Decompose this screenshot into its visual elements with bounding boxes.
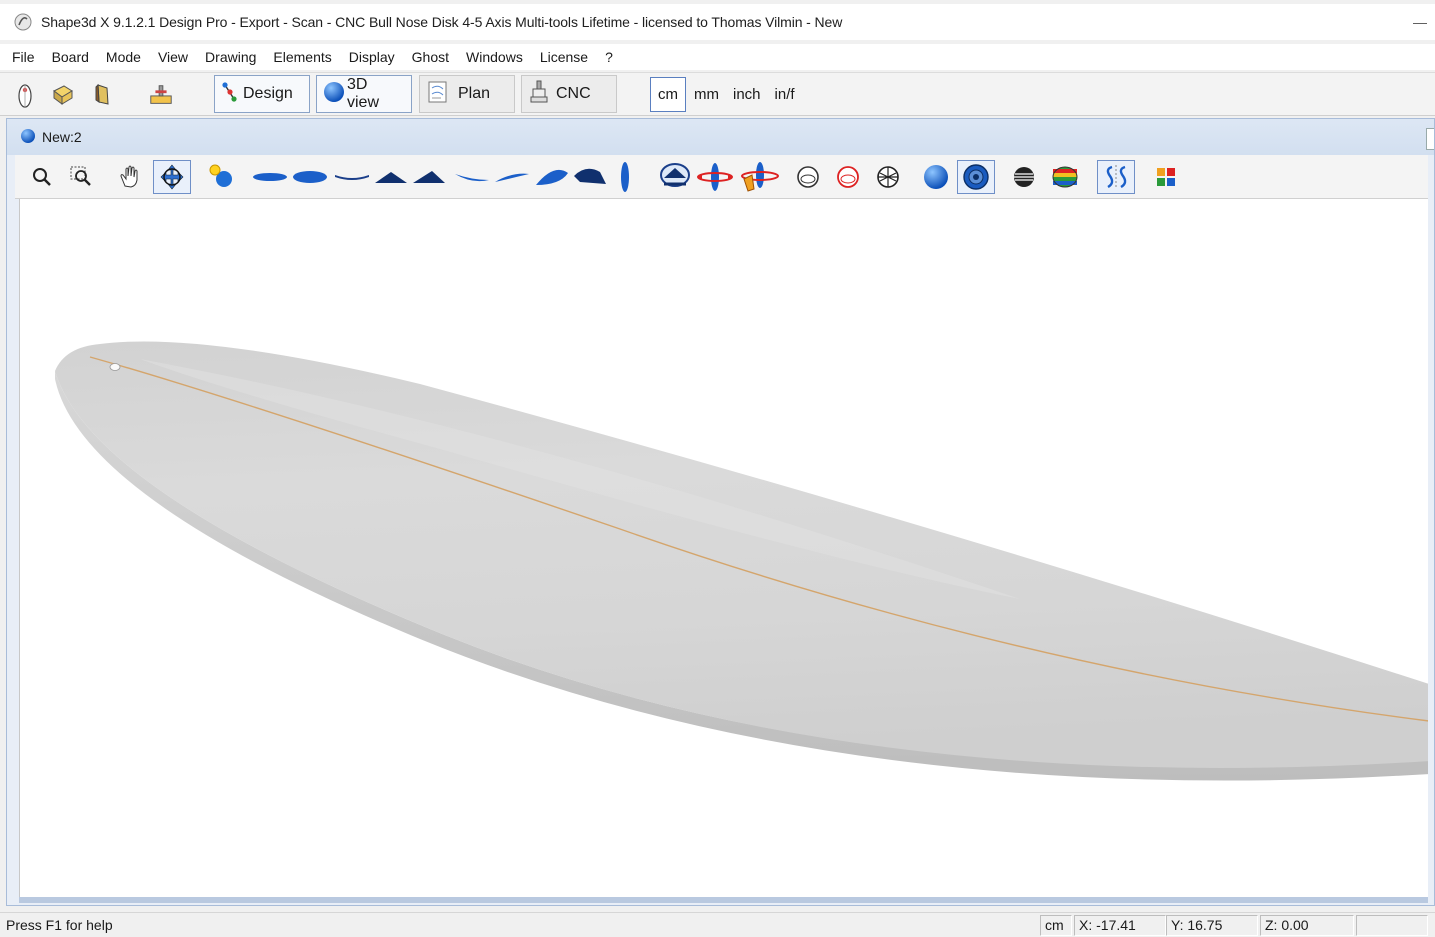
design-mode-button[interactable]: Design <box>214 75 310 113</box>
striped-sphere-icon[interactable] <box>1011 160 1037 194</box>
color-palette-icon[interactable] <box>1153 160 1179 194</box>
sphere-outline-icon[interactable] <box>795 160 821 194</box>
view-toolbar <box>15 155 1428 199</box>
menu-board[interactable]: Board <box>52 49 89 65</box>
status-bar: Press F1 for help cm X: -17.41 Y: 16.75 … <box>0 912 1435 937</box>
surfboard-3d-render[interactable] <box>20 199 1428 897</box>
document-window: New:2 <box>6 118 1435 906</box>
rotate-axis-red-icon[interactable] <box>737 160 781 194</box>
unit-selector: cm mm inch in/f <box>650 75 809 113</box>
globe-icon <box>323 81 345 108</box>
menu-view[interactable]: View <box>158 49 188 65</box>
menu-windows[interactable]: Windows <box>466 49 523 65</box>
menu-display[interactable]: Display <box>349 49 395 65</box>
status-z-coordinate: Z: 0.00 <box>1260 915 1354 936</box>
menu-mode[interactable]: Mode <box>106 49 141 65</box>
slice-view-2-icon[interactable] <box>493 160 531 194</box>
design-mode-label: Design <box>243 85 293 102</box>
unit-inch[interactable]: inch <box>733 86 761 103</box>
machine-icon[interactable] <box>148 81 174 109</box>
zoom-icon[interactable] <box>29 160 55 194</box>
rocker-view-icon[interactable] <box>333 160 371 194</box>
viewport-bottom-border <box>19 897 1428 903</box>
light-source-icon[interactable] <box>205 160 239 194</box>
app-icon <box>13 12 33 32</box>
nose-marker-icon <box>109 363 121 371</box>
slice-view-1-icon[interactable] <box>453 160 491 194</box>
menu-file[interactable]: File <box>12 49 35 65</box>
design-icon <box>221 81 239 108</box>
deck-board-icon[interactable] <box>90 81 116 109</box>
sphere-red-icon[interactable] <box>835 160 861 194</box>
menu-bar: File Board Mode View Drawing Elements Di… <box>0 44 1435 70</box>
menu-elements[interactable]: Elements <box>273 49 331 65</box>
3d-view-mode-button[interactable]: 3D view <box>316 75 412 113</box>
profile-view-1-icon[interactable] <box>373 160 409 194</box>
pan-hand-icon[interactable] <box>115 160 145 194</box>
3d-viewport[interactable] <box>19 199 1428 897</box>
status-help-text: Press F1 for help <box>6 917 113 933</box>
document-title: New:2 <box>42 129 82 145</box>
textured-sphere-icon[interactable] <box>957 160 995 194</box>
title-bar: Shape3d X 9.1.2.1 Design Pro - Export - … <box>0 4 1435 40</box>
board-3d-icon[interactable] <box>50 81 76 109</box>
menu-drawing[interactable]: Drawing <box>205 49 256 65</box>
status-unit: cm <box>1040 915 1072 936</box>
menu-ghost[interactable]: Ghost <box>412 49 449 65</box>
unit-cm[interactable]: cm <box>650 76 686 112</box>
perspective-view-1-icon[interactable] <box>533 160 571 194</box>
status-x-coordinate: X: -17.41 <box>1074 915 1166 936</box>
document-title-bar: New:2 <box>7 119 1434 155</box>
document-maximize-button[interactable] <box>1426 128 1434 150</box>
profile-view-2-icon[interactable] <box>411 160 447 194</box>
status-y-coordinate: Y: 16.75 <box>1166 915 1258 936</box>
perspective-view-2-icon[interactable] <box>571 160 609 194</box>
rainbow-sphere-icon[interactable] <box>1051 160 1079 194</box>
rotate-view-icon[interactable] <box>153 160 191 194</box>
window-title: Shape3d X 9.1.2.1 Design Pro - Export - … <box>41 14 843 30</box>
wireframe-sphere-icon[interactable] <box>875 160 901 194</box>
unit-in-f[interactable]: in/f <box>775 86 795 103</box>
zoom-window-icon[interactable] <box>67 160 97 194</box>
menu-help[interactable]: ? <box>605 49 613 65</box>
shaded-blue-sphere-icon[interactable] <box>921 160 951 194</box>
outline-view-2-icon[interactable] <box>291 160 329 194</box>
cnc-mode-label: CNC <box>556 85 591 102</box>
symmetry-icon[interactable] <box>1097 160 1135 194</box>
minimize-button[interactable]: — <box>1413 14 1427 30</box>
3d-view-mode-label: 3D view <box>347 76 380 111</box>
unit-mm[interactable]: mm <box>694 86 719 103</box>
fit-view-icon[interactable] <box>657 160 693 194</box>
plan-mode-label: Plan <box>458 85 491 102</box>
status-extra-panel <box>1356 915 1428 936</box>
surfer-icon[interactable] <box>12 81 38 109</box>
menu-license[interactable]: License <box>540 49 588 65</box>
rotate-axis-icon[interactable] <box>695 160 735 194</box>
side-view-icon[interactable] <box>615 160 635 194</box>
cnc-icon <box>528 79 550 110</box>
outline-view-1-icon[interactable] <box>251 160 289 194</box>
document-globe-icon <box>20 128 36 147</box>
plan-mode-button[interactable]: Plan <box>419 75 515 113</box>
cnc-mode-button[interactable]: CNC <box>521 75 617 113</box>
plan-icon <box>426 80 450 109</box>
main-toolbar: Design 3D view Plan CNC cm mm inch in/f <box>0 72 1435 116</box>
